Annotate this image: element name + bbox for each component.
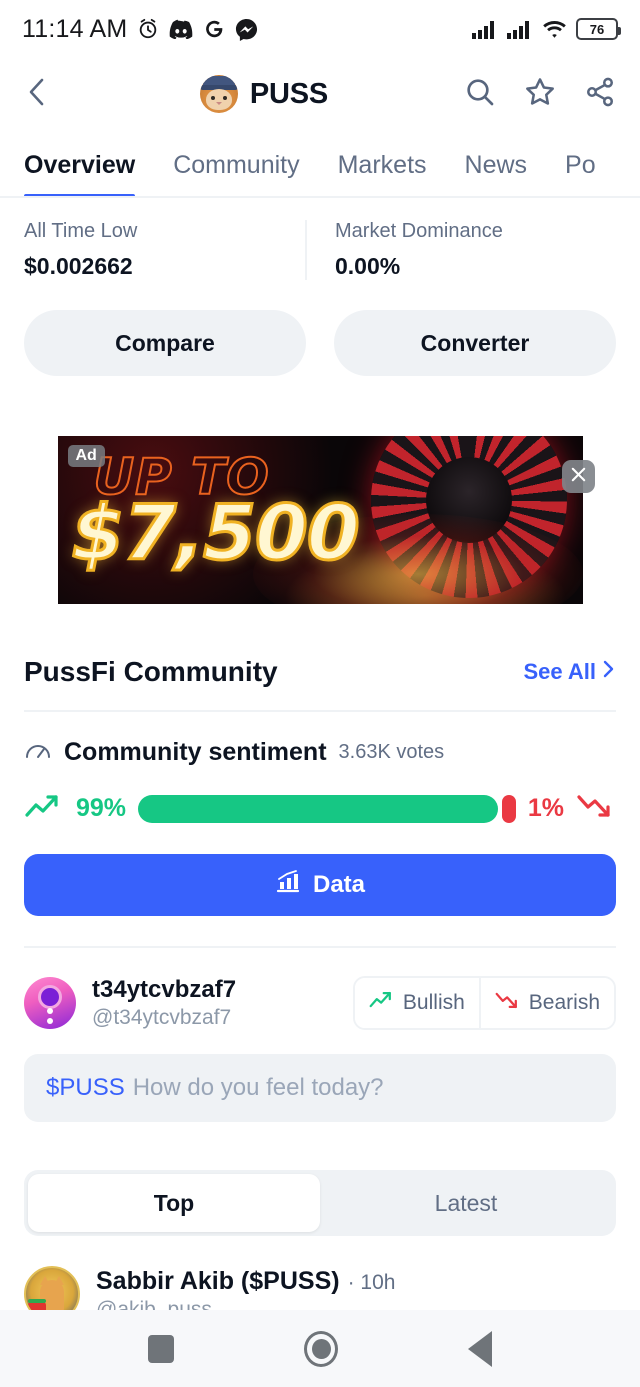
page-title: PUSS	[249, 77, 329, 110]
stat-market-dominance: Market Dominance 0.00%	[305, 220, 616, 280]
sentiment-votes: 3.63K votes	[338, 741, 445, 763]
converter-button[interactable]: Converter	[334, 310, 616, 376]
compare-button[interactable]: Compare	[24, 310, 306, 376]
community-sentiment: Community sentiment 3.63K votes 99% 1%	[0, 712, 640, 826]
sentiment-bearish-pct: 1%	[527, 794, 564, 822]
google-icon	[203, 18, 225, 40]
data-button[interactable]: Data	[24, 854, 616, 916]
bar-chart-icon	[275, 869, 301, 901]
user-name-group: t34ytcvbzaf7 @t34ytcvbzaf7	[92, 976, 236, 1030]
current-user-row: t34ytcvbzaf7 @t34ytcvbzaf7 Bullish Beari…	[0, 948, 640, 1030]
triangle-back-icon[interactable]	[468, 1330, 492, 1367]
tab-overview[interactable]: Overview	[24, 151, 136, 196]
bearish-label: Bearish	[528, 991, 600, 1014]
post-author-line: Sabbir Akib ($PUSS) · 10h	[96, 1267, 395, 1296]
sentiment-bar-bullish	[138, 794, 498, 823]
sentiment-vote-buttons: Bullish Bearish	[352, 976, 616, 1030]
close-icon	[569, 465, 588, 489]
circle-home-icon[interactable]	[304, 1330, 338, 1367]
ad-close-button[interactable]	[562, 460, 595, 493]
tab-news[interactable]: News	[465, 151, 528, 196]
search-icon[interactable]	[464, 76, 496, 113]
sentiment-bullish-pct: 99%	[76, 794, 127, 822]
ad-banner[interactable]: Ad UP TO $7,500	[57, 436, 583, 604]
trend-down-icon	[576, 791, 616, 826]
tab-top[interactable]: Top	[28, 1174, 320, 1232]
bullish-button[interactable]: Bullish	[354, 978, 479, 1028]
user-handle: @t34ytcvbzaf7	[92, 1006, 232, 1029]
tab-portfolio[interactable]: Po	[565, 151, 596, 196]
sentiment-title: Community sentiment	[64, 738, 327, 766]
signal-bars-icon-2	[507, 19, 533, 39]
status-bar: 11:14 AM 76	[0, 0, 640, 58]
ad-banner-wrapper: Ad UP TO $7,500	[0, 376, 640, 604]
stats-row: All Time Low $0.002662 Market Dominance …	[0, 198, 640, 292]
tab-markets[interactable]: Markets	[338, 151, 427, 196]
trend-up-icon	[369, 990, 395, 1016]
chevron-right-icon	[602, 659, 616, 685]
post-ticker-tag: $PUSS	[46, 1074, 125, 1101]
post-placeholder: How do you feel today?	[132, 1074, 384, 1101]
alarm-icon	[137, 18, 159, 40]
section-title: PussFi Community	[24, 656, 278, 687]
tab-bar[interactable]: Overview Community Markets News Po	[0, 130, 640, 198]
sentiment-bar-row: 99% 1%	[24, 791, 616, 826]
stat-value: $0.002662	[24, 253, 133, 279]
gauge-icon	[24, 738, 52, 767]
stat-label: All Time Low	[24, 220, 138, 242]
status-time: 11:14 AM	[22, 14, 128, 43]
ad-badge: Ad	[67, 445, 105, 467]
action-buttons-row: Compare Converter	[0, 292, 640, 376]
wifi-icon	[542, 19, 567, 39]
stat-value: 0.00%	[335, 253, 401, 279]
stat-label: Market Dominance	[335, 220, 503, 242]
stat-all-time-low: All Time Low $0.002662	[24, 220, 305, 280]
back-button[interactable]	[24, 76, 64, 113]
user-display-name: t34ytcvbzaf7	[92, 976, 237, 1003]
ad-headline-amount: $7,500	[70, 487, 361, 579]
see-all-label: See All	[523, 659, 596, 684]
trend-down-icon	[495, 990, 521, 1016]
tab-latest[interactable]: Latest	[320, 1174, 612, 1232]
android-nav-bar	[0, 1310, 640, 1387]
tab-community[interactable]: Community	[173, 151, 299, 196]
puss-cat-logo-icon	[199, 75, 238, 113]
see-all-link[interactable]: See All	[523, 659, 616, 685]
post-composer-input[interactable]: $PUSS How do you feel today?	[24, 1054, 616, 1122]
app-header-actions	[464, 76, 616, 113]
coin-title-group: PUSS	[64, 75, 464, 113]
bearish-button[interactable]: Bearish	[478, 978, 614, 1028]
star-icon[interactable]	[524, 76, 556, 113]
data-button-label: Data	[312, 871, 366, 898]
sentiment-header: Community sentiment 3.63K votes	[24, 738, 616, 767]
app-header: PUSS	[0, 58, 640, 130]
battery-indicator: 76	[576, 18, 621, 40]
signal-bars-icon-1	[472, 19, 498, 39]
status-bar-right: 76	[472, 18, 621, 40]
post-author-name: Sabbir Akib ($PUSS)	[96, 1266, 340, 1295]
chevron-left-icon	[24, 76, 50, 113]
square-recents-icon[interactable]	[148, 1334, 174, 1363]
post-timestamp: · 10h	[347, 1270, 396, 1294]
status-bar-left: 11:14 AM	[22, 15, 258, 44]
trend-up-icon	[24, 791, 64, 826]
battery-level: 76	[589, 21, 605, 37]
messenger-icon	[235, 18, 258, 41]
avatar[interactable]	[24, 977, 76, 1029]
discord-icon	[169, 19, 193, 39]
share-icon[interactable]	[584, 76, 616, 113]
community-section-header: PussFi Community See All	[0, 604, 640, 688]
sentiment-bar	[138, 794, 516, 823]
feed-sort-tabs: Top Latest	[24, 1170, 616, 1236]
sentiment-bar-bearish	[501, 794, 516, 823]
bullish-label: Bullish	[402, 991, 465, 1014]
